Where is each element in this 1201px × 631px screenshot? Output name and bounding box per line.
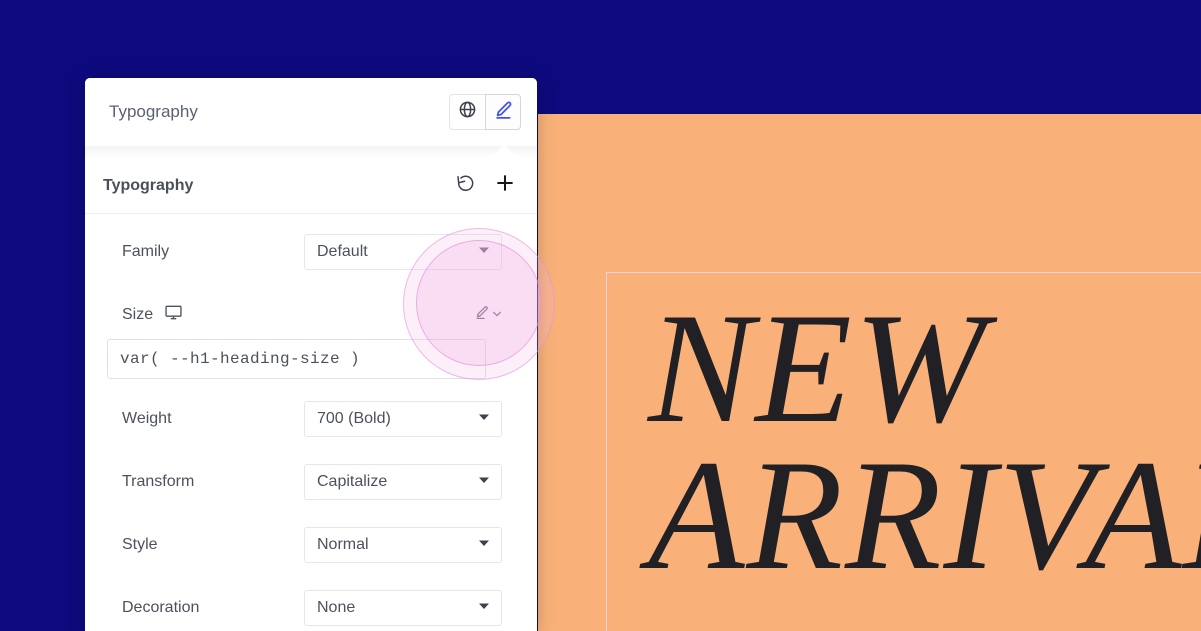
size-label-group: Size: [122, 303, 183, 327]
plus-icon: [494, 172, 516, 199]
transform-label: Transform: [122, 473, 195, 490]
panel-section-title: Typography: [103, 176, 194, 194]
chevron-down-small-icon: [492, 306, 502, 324]
chevron-down-icon: [477, 243, 491, 262]
style-label: Style: [122, 536, 158, 553]
control-row-decoration: Decoration None: [85, 590, 537, 626]
panel-topbar-title: Typography: [109, 102, 198, 121]
control-row-size: Size: [85, 297, 537, 333]
topbar-actions: [449, 94, 521, 130]
size-value-input[interactable]: var( --h1-heading-size ): [107, 339, 486, 379]
size-input-row: var( --h1-heading-size ): [85, 339, 537, 379]
control-row-family: Family Default: [85, 234, 537, 270]
transform-select-value: Capitalize: [317, 473, 388, 490]
section-actions: [449, 169, 521, 202]
reset-button[interactable]: [449, 169, 481, 202]
chevron-down-icon: [477, 599, 491, 618]
reset-icon: [455, 173, 476, 199]
panel-topbar: Typography: [85, 78, 537, 146]
preview-heading-line-2: ARRIVALS: [648, 427, 1201, 603]
style-edit-button[interactable]: [485, 94, 521, 130]
globe-icon: [458, 100, 477, 124]
family-label: Family: [122, 243, 170, 260]
weight-select[interactable]: 700 (Bold): [304, 401, 502, 437]
weight-label: Weight: [122, 410, 172, 427]
decoration-label: Decoration: [122, 599, 200, 616]
family-select-value: Default: [317, 243, 368, 260]
pencil-dropdown-icon: [474, 305, 489, 325]
add-button[interactable]: [489, 169, 521, 202]
control-row-weight: Weight 700 (Bold): [85, 401, 537, 437]
chevron-down-icon: [477, 473, 491, 492]
size-label: Size: [122, 306, 154, 323]
preview-heading-text[interactable]: NEW ARRIVALS: [648, 281, 1201, 603]
size-edit-dropdown[interactable]: [474, 305, 502, 325]
panel-notch: [85, 145, 537, 158]
pencil-icon: [493, 100, 513, 125]
transform-select[interactable]: Capitalize: [304, 464, 502, 500]
style-select[interactable]: Normal: [304, 527, 502, 563]
control-row-style: Style Normal: [85, 527, 537, 563]
typography-panel: Typography Typography Family Default Siz…: [85, 78, 537, 631]
decoration-select-value: None: [317, 599, 356, 616]
panel-section-header: Typography: [85, 158, 537, 214]
panel-controls: Family Default Size var(--h1-heading-si…: [85, 214, 537, 626]
desktop-icon[interactable]: [164, 303, 183, 327]
chevron-down-icon: [477, 536, 491, 555]
control-row-transform: Transform Capitalize: [85, 464, 537, 500]
family-select[interactable]: Default: [304, 234, 502, 270]
style-select-value: Normal: [317, 536, 369, 553]
preview-heading-line-1: NEW: [648, 281, 988, 456]
canvas-preview: NEW ARRIVALS: [538, 114, 1201, 631]
weight-select-value: 700 (Bold): [317, 410, 391, 427]
globe-button[interactable]: [449, 94, 485, 130]
decoration-select[interactable]: None: [304, 590, 502, 626]
chevron-down-icon: [477, 410, 491, 429]
